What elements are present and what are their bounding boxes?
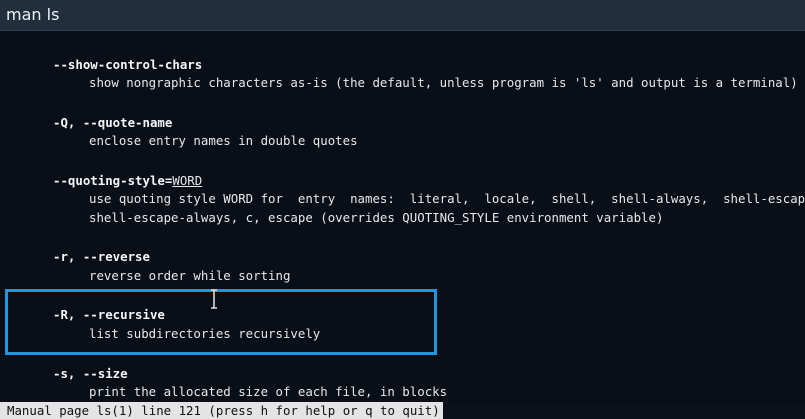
option-size: -s, --size xyxy=(53,366,128,381)
option-reverse: -r, --reverse xyxy=(53,249,150,264)
option-argument: WORD xyxy=(172,173,203,188)
option-quoting-style: --quoting-style=WORD xyxy=(53,173,202,189)
option-show-control-chars: --show-control-chars xyxy=(53,57,203,72)
text-ibeam-icon xyxy=(209,289,219,309)
option-description: use quoting style WORD for entry names: … xyxy=(89,191,805,206)
title-bar: man ls xyxy=(0,0,805,31)
window-title: man ls xyxy=(6,5,60,24)
option-description: shell-escape-always, c, escape (override… xyxy=(89,210,664,225)
option-quote-name: -Q, --quote-name xyxy=(53,115,173,130)
option-description: enclose entry names in double quotes xyxy=(89,133,358,148)
option-description: reverse order while sorting xyxy=(89,268,291,283)
option-description: show nongraphic characters as-is (the de… xyxy=(89,75,798,90)
option-name: --quoting-style= xyxy=(53,173,173,188)
status-bar: Manual page ls(1) line 121 (press h for … xyxy=(0,402,443,419)
option-description: print the allocated size of each file, i… xyxy=(89,384,448,399)
terminal-window: man ls --show-control-chars show nongrap… xyxy=(0,0,805,419)
highlight-box xyxy=(5,289,437,355)
